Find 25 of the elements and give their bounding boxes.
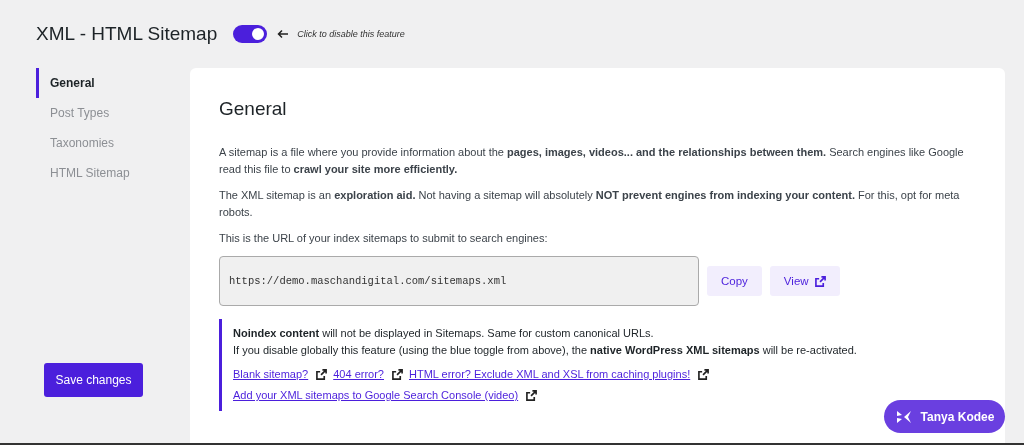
toggle-hint: Click to disable this feature: [297, 29, 405, 39]
view-button[interactable]: View: [769, 266, 840, 296]
chat-badge[interactable]: Tanya Kodee: [884, 400, 1005, 433]
arrow-left-icon: [277, 29, 290, 39]
url-field[interactable]: https://demo.maschandigital.com/sitemaps.xml: [219, 256, 699, 306]
description-paragraph: This is the URL of your index sitemaps to submit to search engines:: [219, 231, 549, 246]
external-link-icon: [698, 369, 710, 380]
external-link-icon: [392, 369, 403, 380]
external-link-icon: [316, 369, 328, 380]
external-link-icon: [526, 390, 538, 401]
description-paragraph: The XML sitemap is an exploration aid. Not having a sitemap will absolutely NOT prevent engines from indexing your content. For this, opt for meta robots.: [219, 188, 961, 220]
notice-text: If you disable globally this feature (using the blue toggle from above), the native WordPress XML sitemaps will be re-activated.: [233, 343, 857, 358]
sidebar-tab[interactable]: General: [36, 68, 95, 98]
help-link[interactable]: Add your XML sitemaps to Google Search Console (video): [233, 386, 519, 405]
section-heading: General: [219, 98, 288, 120]
save-button[interactable]: Save changes: [44, 363, 143, 397]
help-link[interactable]: 404 error?: [333, 365, 384, 384]
help-link[interactable]: HTML error? Exclude XML and XSL from caching plugins!: [409, 365, 691, 384]
description-paragraph: A sitemap is a file where you provide information about the pages, images, videos... and the relationships between them. Search engines like Google read this file to crawl your site more efficiently.: [219, 145, 965, 177]
help-link[interactable]: Blank sitemap?: [233, 365, 309, 384]
external-link-icon: [814, 275, 826, 287]
notice-text: Noindex content will not be displayed in Sitemaps. Same for custom canonical URLs.: [233, 326, 654, 341]
copy-button[interactable]: Copy: [707, 266, 762, 296]
page-title: XML - HTML Sitemap: [36, 23, 218, 45]
feature-toggle[interactable]: [233, 25, 268, 43]
